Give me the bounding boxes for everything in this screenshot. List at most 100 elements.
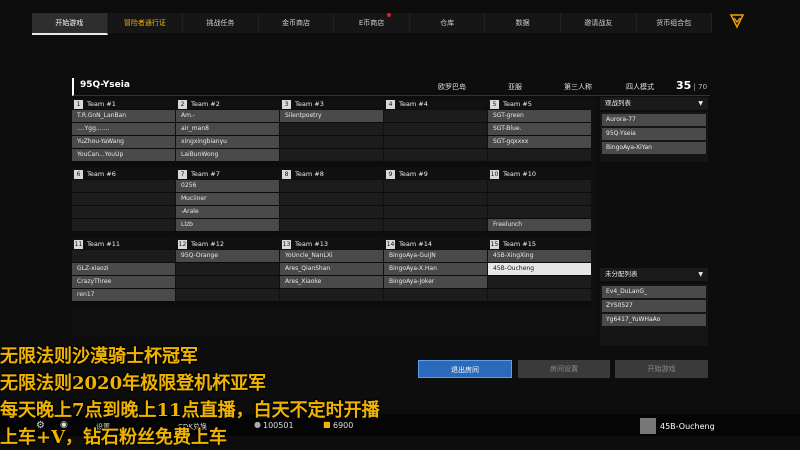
player-slot[interactable] xyxy=(280,180,383,192)
list-item[interactable]: 95Q-Yseia xyxy=(602,128,706,140)
player-slot[interactable] xyxy=(72,193,175,205)
team-number-badge: 2 xyxy=(178,99,187,109)
player-slot[interactable] xyxy=(488,180,591,192)
team-number-badge: 11 xyxy=(74,239,83,249)
team-card: 4 Team #4 xyxy=(384,99,487,167)
player-slot[interactable]: air_man8 xyxy=(176,123,279,135)
room-map: 欧罗巴岛 xyxy=(438,83,466,91)
spectator-list-header[interactable]: 观战列表 ▼ xyxy=(600,97,708,110)
team-number-badge: 5 xyxy=(490,99,499,109)
player-slot[interactable] xyxy=(384,193,487,205)
list-item[interactable]: ZYS0527 xyxy=(602,300,706,312)
player-slot[interactable]: -Arale xyxy=(176,206,279,218)
player-slot[interactable] xyxy=(384,149,487,161)
player-slot[interactable]: Freelunch xyxy=(488,219,591,231)
player-slot[interactable]: BingoAya-X.Han xyxy=(384,263,487,275)
player-slot[interactable] xyxy=(488,276,591,288)
player-slot[interactable] xyxy=(384,123,487,135)
team-card: 5 Team #5 SGT-green SGT-Blue. SGT-gqxxxx xyxy=(488,99,591,167)
tab-adventure-pass[interactable]: 冒险者通行证 xyxy=(107,13,184,33)
player-slot[interactable]: Ares_Xiaoke xyxy=(280,276,383,288)
unassigned-list-header[interactable]: 未分配列表 ▼ xyxy=(600,268,708,281)
player-slot[interactable]: YuZhou-YaWang xyxy=(72,136,175,148)
tab-currency-bundle[interactable]: 货币组合包 xyxy=(636,13,713,33)
player-slot[interactable]: BingoAya-GuiJN xyxy=(384,250,487,262)
player-slot[interactable] xyxy=(280,289,383,301)
player-slot[interactable]: ....Ygg....... xyxy=(72,123,175,135)
player-slot[interactable] xyxy=(280,206,383,218)
player-slot[interactable] xyxy=(280,219,383,231)
player-slot[interactable] xyxy=(384,219,487,231)
player-slot[interactable]: Ares_QianShan xyxy=(280,263,383,275)
triangle-down-icon: ▼ xyxy=(698,271,703,278)
team-name: Team #10 xyxy=(503,170,536,178)
tab-start-game[interactable]: 开始游戏 xyxy=(32,13,108,35)
player-slot[interactable]: Muciiner xyxy=(176,193,279,205)
player-slot[interactable]: T.R.GnN_LanBan xyxy=(72,110,175,122)
player-slot[interactable] xyxy=(72,250,175,262)
exit-room-button[interactable]: 退出房间 xyxy=(418,360,512,378)
tab-ecoin-shop[interactable]: E币商店 xyxy=(334,13,410,33)
player-slot[interactable] xyxy=(488,193,591,205)
chevron-down-icon[interactable] xyxy=(728,12,746,30)
team-number-badge: 13 xyxy=(282,239,291,249)
player-count: 35 | 70 xyxy=(676,79,708,92)
avatar xyxy=(640,418,656,434)
player-slot[interactable]: ren17 xyxy=(72,289,175,301)
player-slot[interactable] xyxy=(280,123,383,135)
player-slot[interactable]: SGT-Blue. xyxy=(488,123,591,135)
ecoin-balance: 6900 xyxy=(333,421,354,430)
room-settings-button[interactable]: 房间设置 xyxy=(518,360,610,378)
tab-gold-shop[interactable]: 金币商店 xyxy=(258,13,335,33)
player-slot[interactable] xyxy=(384,206,487,218)
player-slot[interactable] xyxy=(176,289,279,301)
team-name: Team #9 xyxy=(399,170,428,178)
team-header: 13 Team #13 xyxy=(280,239,383,249)
player-slot[interactable]: 95Q-Orange xyxy=(176,250,279,262)
tab-warehouse[interactable]: 仓库 xyxy=(409,13,486,33)
list-item[interactable]: Aurora-77 xyxy=(602,114,706,126)
user-profile[interactable]: 45B-Oucheng xyxy=(640,417,715,435)
player-slot[interactable] xyxy=(488,289,591,301)
start-game-button[interactable]: 开始游戏 xyxy=(615,360,708,378)
player-slot[interactable]: Llzb xyxy=(176,219,279,231)
player-slot[interactable]: Silentpoetry xyxy=(280,110,383,122)
player-slot[interactable]: BingoAya-Joker xyxy=(384,276,487,288)
player-slot[interactable] xyxy=(72,219,175,231)
player-slot[interactable]: 45B-XingXing xyxy=(488,250,591,262)
tab-invite[interactable]: 邀请战友 xyxy=(560,13,637,33)
player-slot[interactable] xyxy=(280,136,383,148)
player-slot[interactable] xyxy=(176,276,279,288)
player-slot[interactable]: CrazyThree xyxy=(72,276,175,288)
player-slot[interactable]: SGT-green xyxy=(488,110,591,122)
player-slot[interactable]: xingxingbianyu xyxy=(176,136,279,148)
player-slot[interactable]: GLZ-xiaozi xyxy=(72,263,175,275)
player-slot[interactable] xyxy=(280,149,383,161)
player-slot[interactable]: Am.- xyxy=(176,110,279,122)
team-number-badge: 1 xyxy=(74,99,83,109)
player-slot[interactable]: SGT-gqxxxx xyxy=(488,136,591,148)
player-slot[interactable] xyxy=(384,136,487,148)
player-slot[interactable] xyxy=(280,193,383,205)
player-slot[interactable] xyxy=(72,206,175,218)
player-slot[interactable] xyxy=(488,149,591,161)
room-name: 95Q-Yseia xyxy=(80,80,130,90)
player-slot[interactable]: YoUncle_NanLXi xyxy=(280,250,383,262)
player-slot[interactable]: YouCan...YouUp xyxy=(72,149,175,161)
tab-challenges[interactable]: 挑战任务 xyxy=(183,13,259,33)
list-item[interactable]: Ev4_DuLanG_ xyxy=(602,286,706,298)
player-slot[interactable] xyxy=(384,110,487,122)
player-slot[interactable]: 0256 xyxy=(176,180,279,192)
list-item[interactable]: BingoAya-XiYan xyxy=(602,142,706,154)
list-item[interactable]: Yg6417_YuWHaAo xyxy=(602,314,706,326)
player-slot[interactable] xyxy=(488,206,591,218)
player-slot[interactable]: 45B-Oucheng xyxy=(488,263,591,275)
team-header: 15 Team #15 xyxy=(488,239,591,249)
player-slot[interactable] xyxy=(384,289,487,301)
player-slot[interactable] xyxy=(72,180,175,192)
player-slot[interactable]: LaiBunWong xyxy=(176,149,279,161)
tab-data[interactable]: 数据 xyxy=(485,13,561,33)
player-slot[interactable] xyxy=(176,263,279,275)
overlay-line-2: 无限法则2020年极限登机杯亚军 xyxy=(0,373,267,394)
player-slot[interactable] xyxy=(384,180,487,192)
